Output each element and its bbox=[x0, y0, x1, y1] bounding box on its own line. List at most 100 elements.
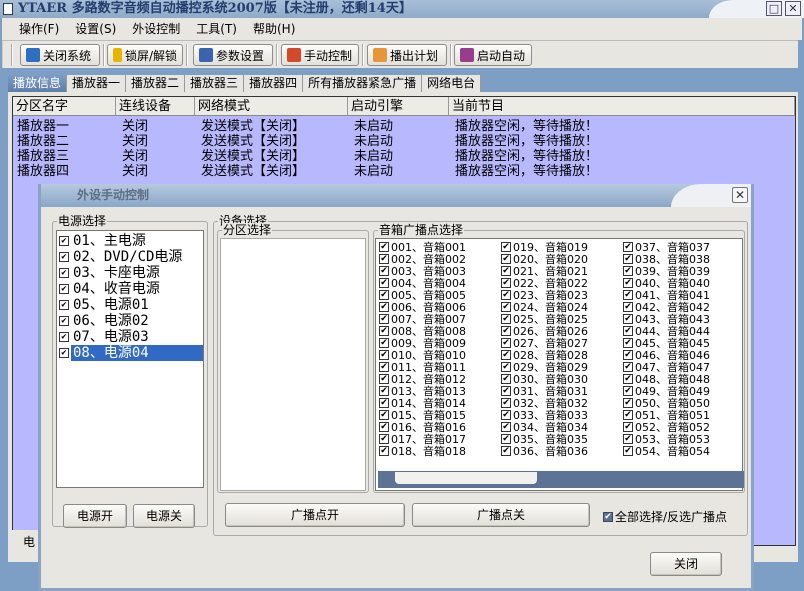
checkbox-icon[interactable]: ✔ bbox=[379, 302, 389, 312]
tab-2[interactable]: 播放器二 bbox=[126, 75, 186, 92]
menu-item-0[interactable]: 操作(F) bbox=[2, 18, 67, 40]
checkbox-icon[interactable]: ✔ bbox=[623, 326, 633, 336]
checkbox-icon[interactable]: ✔ bbox=[623, 362, 633, 372]
speaker-item[interactable]: ✔ 019、音箱019 bbox=[501, 241, 588, 254]
checkbox-icon[interactable]: ✔ bbox=[501, 254, 511, 264]
table-row[interactable]: 播放器一 关闭 发送模式【关闭】 未启动 播放器空闲，等待播放！ bbox=[13, 119, 795, 134]
checkbox-icon[interactable]: ✔ bbox=[623, 278, 633, 288]
zone-list[interactable] bbox=[220, 238, 366, 491]
checkbox-icon[interactable]: ✔ bbox=[59, 332, 69, 342]
column-header[interactable]: 当前节目 bbox=[449, 97, 795, 116]
checkbox-icon[interactable]: ✔ bbox=[501, 410, 511, 420]
checkbox-icon[interactable]: ✔ bbox=[623, 338, 633, 348]
checkbox-icon[interactable]: ✔ bbox=[379, 350, 389, 360]
toolbar-button-5[interactable]: 启动自动 bbox=[454, 44, 532, 66]
checkbox-icon[interactable]: ✔ bbox=[623, 386, 633, 396]
checkbox-icon[interactable]: ✔ bbox=[379, 362, 389, 372]
column-header[interactable]: 启动引擎 bbox=[348, 97, 449, 116]
select-all-checkbox[interactable]: ✔ 全部选择/反选广播点 bbox=[603, 508, 727, 525]
checkbox-icon[interactable]: ✔ bbox=[379, 398, 389, 408]
dialog-close-btn[interactable]: 关闭 bbox=[650, 552, 722, 576]
checkbox-icon[interactable]: ✔ bbox=[501, 290, 511, 300]
checkbox-icon[interactable]: ✔ bbox=[379, 278, 389, 288]
checkbox-icon[interactable]: ✔ bbox=[501, 422, 511, 432]
restore-button[interactable]: □ bbox=[766, 1, 782, 16]
checkbox-icon[interactable]: ✔ bbox=[59, 236, 69, 246]
checkbox-icon[interactable]: ✔ bbox=[501, 278, 511, 288]
checkbox-icon[interactable]: ✔ bbox=[501, 362, 511, 372]
power-on-button[interactable]: 电源开 bbox=[63, 504, 127, 528]
checkbox-icon[interactable]: ✔ bbox=[59, 252, 69, 262]
power-item[interactable]: ✔ 02、DVD/CD电源 bbox=[59, 249, 205, 265]
checkbox-icon[interactable]: ✔ bbox=[379, 410, 389, 420]
tab-1[interactable]: 播放器一 bbox=[67, 75, 127, 92]
power-item[interactable]: ✔ 05、电源01 bbox=[59, 297, 205, 313]
table-row[interactable]: 播放器二 关闭 发送模式【关闭】 未启动 播放器空闲，等待播放！ bbox=[13, 134, 795, 149]
checkbox-icon[interactable]: ✔ bbox=[379, 254, 389, 264]
checkbox-icon[interactable]: ✔ bbox=[623, 434, 633, 444]
checkbox-icon[interactable]: ✔ bbox=[501, 350, 511, 360]
tab-5[interactable]: 所有播放器紧急广播 bbox=[303, 75, 423, 92]
checkbox-icon[interactable]: ✔ bbox=[623, 398, 633, 408]
column-header[interactable]: 网络模式 bbox=[195, 97, 348, 116]
toolbar-button-3[interactable]: 手动控制 bbox=[281, 44, 359, 66]
checkbox-icon[interactable]: ✔ bbox=[623, 446, 633, 456]
menu-item-1[interactable]: 设置(S) bbox=[67, 18, 124, 40]
checkbox-icon[interactable]: ✔ bbox=[59, 284, 69, 294]
checkbox-icon[interactable]: ✔ bbox=[379, 266, 389, 276]
checkbox-icon[interactable]: ✔ bbox=[379, 242, 389, 252]
checkbox-icon[interactable]: ✔ bbox=[501, 434, 511, 444]
checkbox-icon[interactable]: ✔ bbox=[379, 434, 389, 444]
table-row[interactable]: 播放器四 关闭 发送模式【关闭】 未启动 播放器空闲，等待播放！ bbox=[13, 164, 795, 179]
menu-item-3[interactable]: 工具(T) bbox=[188, 18, 245, 40]
checkbox-icon[interactable]: ✔ bbox=[603, 511, 613, 522]
power-item[interactable]: ✔ 08、电源04 bbox=[59, 345, 205, 361]
checkbox-icon[interactable]: ✔ bbox=[501, 326, 511, 336]
checkbox-icon[interactable]: ✔ bbox=[379, 326, 389, 336]
power-item[interactable]: ✔ 06、电源02 bbox=[59, 313, 205, 329]
checkbox-icon[interactable]: ✔ bbox=[59, 316, 69, 326]
power-item[interactable]: ✔ 07、电源03 bbox=[59, 329, 205, 345]
checkbox-icon[interactable]: ✔ bbox=[623, 254, 633, 264]
power-item[interactable]: ✔ 01、主电源 bbox=[59, 233, 205, 249]
column-header[interactable]: 分区名字 bbox=[13, 97, 116, 116]
toolbar-button-2[interactable]: 参数设置 bbox=[193, 44, 273, 66]
checkbox-icon[interactable]: ✔ bbox=[501, 266, 511, 276]
checkbox-icon[interactable]: ✔ bbox=[623, 302, 633, 312]
checkbox-icon[interactable]: ✔ bbox=[379, 422, 389, 432]
checkbox-icon[interactable]: ✔ bbox=[501, 386, 511, 396]
close-button[interactable]: ✕ bbox=[785, 1, 801, 16]
checkbox-icon[interactable]: ✔ bbox=[501, 338, 511, 348]
checkbox-icon[interactable]: ✔ bbox=[379, 374, 389, 384]
checkbox-icon[interactable]: ✔ bbox=[623, 374, 633, 384]
power-off-button[interactable]: 电源关 bbox=[133, 504, 195, 528]
toolbar-button-0[interactable]: 关闭系统 bbox=[20, 44, 100, 66]
power-list[interactable]: ✔ 01、主电源 ✔ 02、DVD/CD电源 ✔ 03、卡座电源 ✔ 04、收音电源 ✔ 05、电… bbox=[56, 230, 204, 488]
checkbox-icon[interactable]: ✔ bbox=[379, 290, 389, 300]
speaker-item[interactable]: ✔ 037、音箱037 bbox=[623, 241, 710, 254]
broadcast-off-button[interactable]: 广播点关 bbox=[412, 503, 590, 527]
checkbox-icon[interactable]: ✔ bbox=[623, 314, 633, 324]
toolbar-button-4[interactable]: 播出计划 bbox=[367, 44, 447, 66]
menu-item-4[interactable]: 帮助(H) bbox=[245, 18, 303, 40]
tab-6[interactable]: 网络电台 bbox=[422, 75, 482, 92]
checkbox-icon[interactable]: ✔ bbox=[501, 302, 511, 312]
dialog-close-button[interactable]: ✕ bbox=[732, 187, 748, 203]
checkbox-icon[interactable]: ✔ bbox=[501, 374, 511, 384]
checkbox-icon[interactable]: ✔ bbox=[623, 242, 633, 252]
checkbox-icon[interactable]: ✔ bbox=[59, 268, 69, 278]
tab-3[interactable]: 播放器三 bbox=[185, 75, 245, 92]
checkbox-icon[interactable]: ✔ bbox=[623, 290, 633, 300]
checkbox-icon[interactable]: ✔ bbox=[623, 350, 633, 360]
checkbox-icon[interactable]: ✔ bbox=[379, 386, 389, 396]
speaker-list[interactable]: ✔ 054、音箱054 ✔ 053、音箱053 ✔ 052、音箱052 ✔ 051、音箱051… bbox=[375, 238, 744, 491]
column-header[interactable]: 连线设备 bbox=[116, 97, 195, 116]
checkbox-icon[interactable]: ✔ bbox=[501, 398, 511, 408]
menu-item-2[interactable]: 外设控制 bbox=[124, 18, 188, 40]
speaker-item[interactable]: ✔ 001、音箱001 bbox=[379, 241, 466, 254]
checkbox-icon[interactable]: ✔ bbox=[501, 242, 511, 252]
checkbox-icon[interactable]: ✔ bbox=[379, 338, 389, 348]
checkbox-icon[interactable]: ✔ bbox=[501, 314, 511, 324]
table-row[interactable]: 播放器三 关闭 发送模式【关闭】 未启动 播放器空闲，等待播放！ bbox=[13, 149, 795, 164]
power-item[interactable]: ✔ 04、收音电源 bbox=[59, 281, 205, 297]
